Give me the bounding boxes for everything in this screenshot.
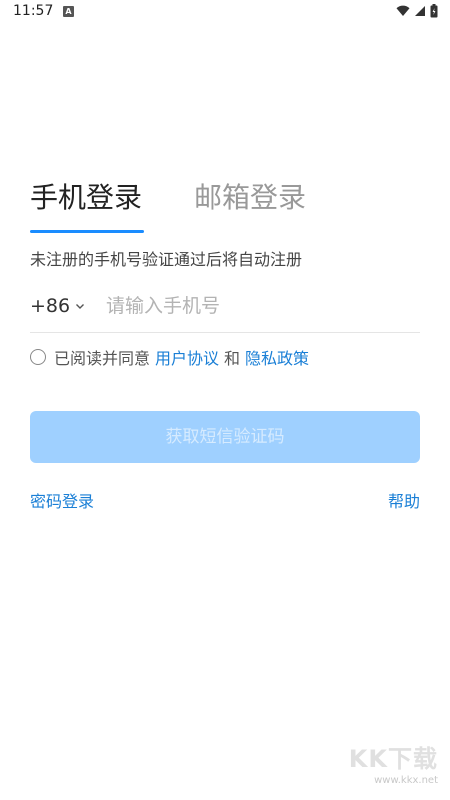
status-time: 11:57 (13, 3, 54, 19)
agreement-row: 已阅读并同意 用户协议 和 隐私政策 (30, 345, 314, 369)
help-link[interactable]: 帮助 (388, 488, 420, 512)
wifi-icon (396, 5, 410, 16)
country-code-selector[interactable]: +86 (30, 292, 86, 320)
status-icons (396, 4, 438, 18)
signal-icon (415, 6, 425, 16)
privacy-policy-link[interactable]: 隐私政策 (245, 345, 309, 369)
agreement-prefix: 已阅读并同意 (54, 349, 151, 368)
watermark-logo: KK下载 (348, 745, 438, 773)
get-sms-code-button[interactable]: 获取短信验证码 (30, 411, 420, 463)
password-login-link[interactable]: 密码登录 (30, 488, 94, 512)
country-code-label: +86 (30, 295, 71, 317)
status-bar: 11:57 A (0, 0, 450, 26)
active-tab-indicator (30, 230, 144, 233)
app-notification-icon: A (63, 6, 74, 17)
auto-register-hint: 未注册的手机号验证通过后将自动注册 (30, 250, 303, 269)
watermark: KK下载 www.kkx.net (328, 744, 438, 792)
phone-input-row: +86 (30, 284, 420, 333)
tab-email-login[interactable]: 邮箱登录 (194, 178, 306, 218)
user-agreement-link[interactable]: 用户协议 (155, 345, 219, 369)
agreement-checkbox[interactable] (30, 349, 46, 365)
agreement-and: 和 (224, 349, 241, 368)
watermark-url: www.kkx.net (374, 775, 438, 786)
chevron-down-icon (76, 304, 85, 309)
tab-phone-login[interactable]: 手机登录 (30, 178, 142, 218)
login-screen: 11:57 A 手机登录 邮箱登录 未注册的手机号验证通过后将自动注册 +86 (0, 0, 450, 800)
battery-icon (430, 4, 438, 18)
login-tabs: 手机登录 邮箱登录 (30, 178, 420, 234)
phone-number-input[interactable] (106, 290, 406, 322)
